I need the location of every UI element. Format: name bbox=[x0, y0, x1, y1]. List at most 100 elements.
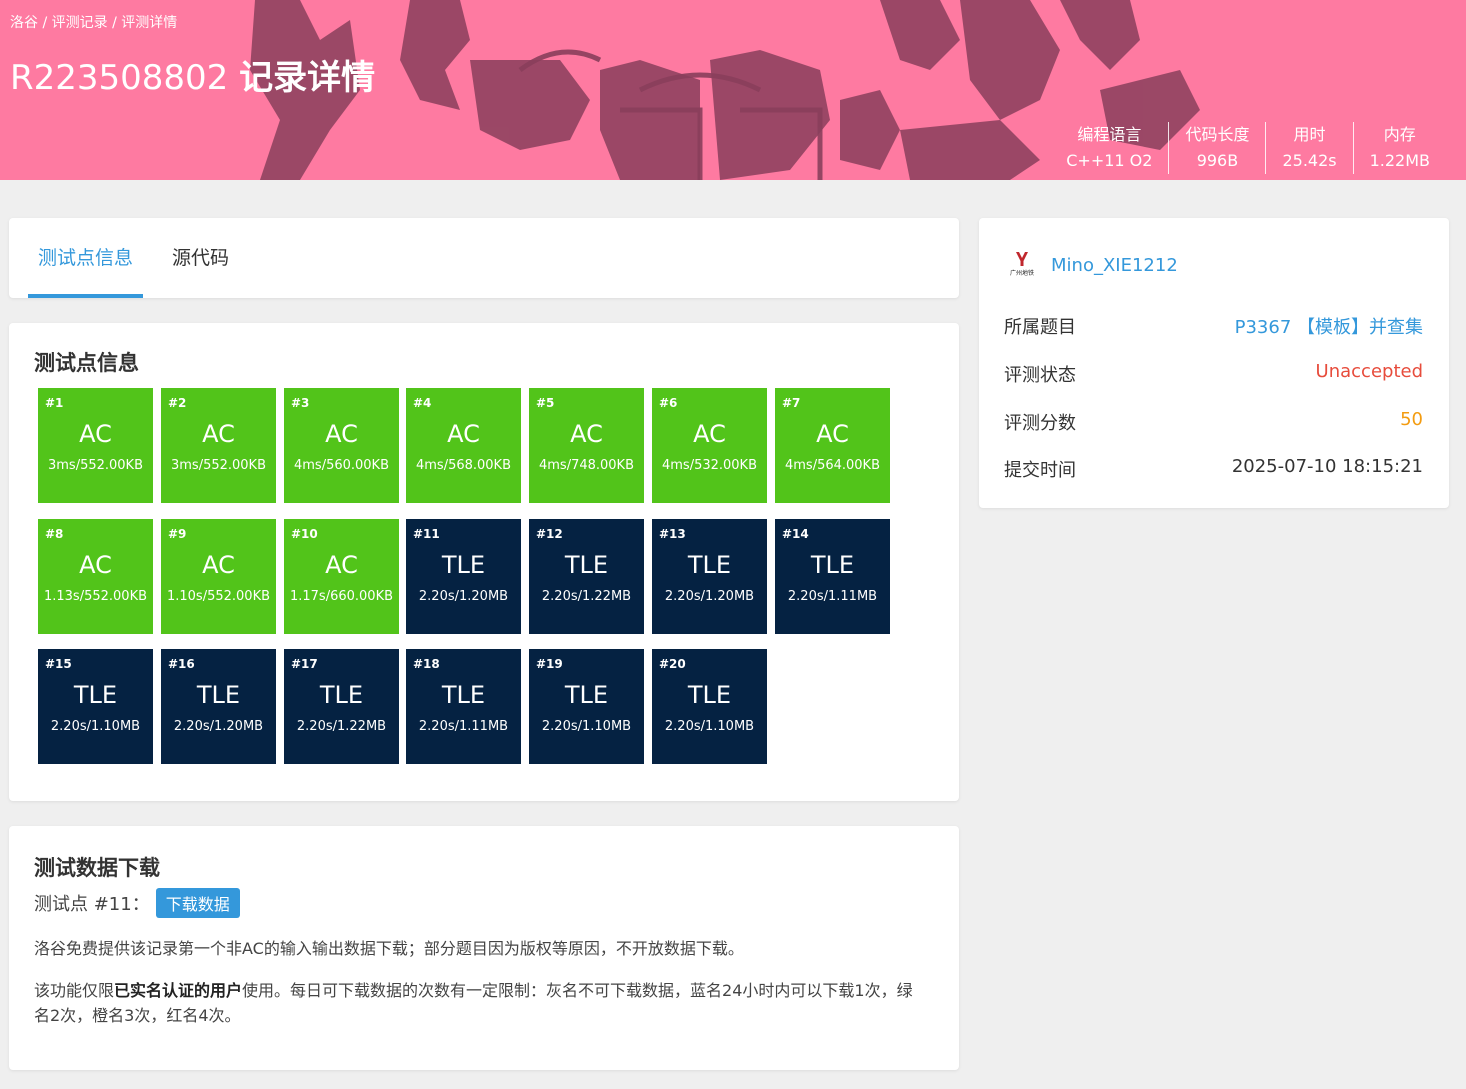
testcase-tile[interactable]: #16 TLE 2.20s/1.20MB bbox=[161, 649, 276, 764]
testcase-tile[interactable]: #5 AC 4ms/748.00KB bbox=[529, 388, 644, 503]
testcase-time-memory: 2.20s/1.11MB bbox=[418, 719, 509, 734]
testcase-tile[interactable]: #17 TLE 2.20s/1.22MB bbox=[284, 649, 399, 764]
testcase-number: #20 bbox=[659, 657, 686, 671]
testcase-status: TLE bbox=[564, 551, 609, 579]
testcase-tile[interactable]: #3 AC 4ms/560.00KB bbox=[284, 388, 399, 503]
testcase-number: #16 bbox=[168, 657, 195, 671]
testcase-tile[interactable]: #15 TLE 2.20s/1.10MB bbox=[38, 649, 153, 764]
username-link[interactable]: Mino_XIE1212 bbox=[1051, 255, 1178, 276]
score-row: 评测分数 50 bbox=[1004, 409, 1423, 435]
page-title: R223508802 记录详情 bbox=[10, 50, 375, 99]
download-card: 测试数据下载 测试点 #11： 下载数据 洛谷免费提供该记录第一个非AC的输入输… bbox=[9, 826, 959, 1070]
record-id: R223508802 bbox=[10, 58, 229, 98]
testcase-tile[interactable]: #8 AC 1.13s/552.00KB bbox=[38, 519, 153, 634]
testcase-status: AC bbox=[79, 420, 112, 448]
testcase-status: AC bbox=[79, 551, 112, 579]
testcase-time-memory: 3ms/552.00KB bbox=[47, 458, 144, 473]
testcase-number: #12 bbox=[536, 527, 563, 541]
testcases-card: 测试点信息 #1 AC 3ms/552.00KB #2 AC 3ms/552.00KB #3… bbox=[9, 323, 959, 801]
testcase-tile[interactable]: #4 AC 4ms/568.00KB bbox=[406, 388, 521, 503]
testcase-time-memory: 2.20s/1.20MB bbox=[664, 589, 755, 604]
testcase-time-memory: 2.20s/1.22MB bbox=[541, 589, 632, 604]
testcase-status: AC bbox=[325, 420, 358, 448]
testcase-tile[interactable]: #11 TLE 2.20s/1.20MB bbox=[406, 519, 521, 634]
testcase-status: TLE bbox=[564, 681, 609, 709]
testcase-number: #4 bbox=[413, 396, 432, 410]
download-title: 测试数据下载 bbox=[34, 856, 160, 880]
avatar[interactable]: 广州地铁 bbox=[1005, 248, 1039, 282]
testcase-tile[interactable]: #14 TLE 2.20s/1.11MB bbox=[775, 519, 890, 634]
testcase-number: #6 bbox=[659, 396, 678, 410]
testcase-status: AC bbox=[816, 420, 849, 448]
testcase-time-memory: 4ms/748.00KB bbox=[538, 458, 635, 473]
testcase-tile[interactable]: #12 TLE 2.20s/1.22MB bbox=[529, 519, 644, 634]
testcase-number: #8 bbox=[45, 527, 64, 541]
testcase-status: AC bbox=[202, 551, 235, 579]
testcase-number: #5 bbox=[536, 396, 555, 410]
testcase-status: TLE bbox=[441, 551, 486, 579]
testcase-time-memory: 4ms/568.00KB bbox=[415, 458, 512, 473]
testcase-tile[interactable]: #13 TLE 2.20s/1.20MB bbox=[652, 519, 767, 634]
problem-link[interactable]: P3367 【模板】并查集 bbox=[1235, 313, 1423, 339]
testcase-time-memory: 3ms/552.00KB bbox=[170, 458, 267, 473]
submit-time-label: 提交时间 bbox=[1004, 460, 1076, 481]
testcase-time-memory: 4ms/564.00KB bbox=[784, 458, 881, 473]
testcase-tile[interactable]: #7 AC 4ms/564.00KB bbox=[775, 388, 890, 503]
testcase-tile[interactable]: #6 AC 4ms/532.00KB bbox=[652, 388, 767, 503]
breadcrumb-separator: / bbox=[107, 15, 122, 31]
stat-value: 996B bbox=[1196, 151, 1239, 170]
testcase-number: #19 bbox=[536, 657, 563, 671]
testcase-time-memory: 1.13s/552.00KB bbox=[43, 589, 148, 604]
testcase-tile[interactable]: #19 TLE 2.20s/1.10MB bbox=[529, 649, 644, 764]
testcase-status: TLE bbox=[73, 681, 118, 709]
testcase-number: #11 bbox=[413, 527, 440, 541]
score-value: 50 bbox=[1400, 409, 1423, 430]
testcase-time-memory: 2.20s/1.10MB bbox=[541, 719, 632, 734]
testcase-tile[interactable]: #10 AC 1.17s/660.00KB bbox=[284, 519, 399, 634]
breadcrumb: 洛谷 / 评测记录 / 评测详情 bbox=[10, 12, 177, 32]
testcase-status: TLE bbox=[687, 681, 732, 709]
stat-value: 1.22MB bbox=[1369, 151, 1430, 170]
tab-source-code[interactable]: 源代码 bbox=[162, 218, 239, 298]
testcase-number: #18 bbox=[413, 657, 440, 671]
testcase-time-memory: 2.20s/1.11MB bbox=[787, 589, 878, 604]
testcase-time-memory: 2.20s/1.10MB bbox=[50, 719, 141, 734]
stat-language: 编程语言 C++11 O2 bbox=[1050, 122, 1168, 174]
testcase-tile[interactable]: #2 AC 3ms/552.00KB bbox=[161, 388, 276, 503]
testcase-status: TLE bbox=[810, 551, 855, 579]
testcase-tile[interactable]: #1 AC 3ms/552.00KB bbox=[38, 388, 153, 503]
testcase-time-memory: 2.20s/1.20MB bbox=[173, 719, 264, 734]
record-stats: 编程语言 C++11 O2 代码长度 996B 用时 25.42s 内存 1.2… bbox=[1050, 122, 1446, 174]
testcase-time-memory: 2.20s/1.20MB bbox=[418, 589, 509, 604]
testcase-number: #13 bbox=[659, 527, 686, 541]
breadcrumb-home-link[interactable]: 洛谷 bbox=[10, 15, 38, 31]
testcase-status: AC bbox=[570, 420, 603, 448]
header-banner: 洛谷 / 评测记录 / 评测详情 R223508802 记录详情 编程语言 C+… bbox=[0, 0, 1466, 180]
testcase-status: TLE bbox=[319, 681, 364, 709]
testcase-status: TLE bbox=[687, 551, 732, 579]
testcase-status: AC bbox=[202, 420, 235, 448]
stat-time: 用时 25.42s bbox=[1265, 122, 1352, 174]
tab-testcases[interactable]: 测试点信息 bbox=[28, 218, 144, 298]
testcase-tile[interactable]: #9 AC 1.10s/552.00KB bbox=[161, 519, 276, 634]
testcase-number: #7 bbox=[782, 396, 801, 410]
breadcrumb-records-link[interactable]: 评测记录 bbox=[52, 15, 108, 31]
record-info-card: 广州地铁 Mino_XIE1212 所属题目 P3367 【模板】并查集 评测状… bbox=[979, 218, 1449, 508]
testcase-time-memory: 2.20s/1.10MB bbox=[664, 719, 755, 734]
testcase-time-memory: 4ms/532.00KB bbox=[661, 458, 758, 473]
testcase-tile[interactable]: #18 TLE 2.20s/1.11MB bbox=[406, 649, 521, 764]
download-note: 洛谷免费提供该记录第一个非AC的输入输出数据下载；部分题目因为版权等原因，不开放… bbox=[34, 939, 744, 958]
download-testcase-label: 测试点 #11： bbox=[34, 894, 150, 915]
submit-time-row: 提交时间 2025-07-10 18:15:21 bbox=[1004, 456, 1423, 482]
testcase-tile[interactable]: #20 TLE 2.20s/1.10MB bbox=[652, 649, 767, 764]
stat-label: 编程语言 bbox=[1077, 125, 1142, 144]
score-label: 评测分数 bbox=[1004, 413, 1076, 434]
problem-label: 所属题目 bbox=[1004, 317, 1076, 338]
testcase-number: #9 bbox=[168, 527, 187, 541]
testcase-status: AC bbox=[447, 420, 480, 448]
breadcrumb-current: 评测详情 bbox=[121, 15, 178, 31]
testcase-time-memory: 2.20s/1.22MB bbox=[296, 719, 387, 734]
download-data-button[interactable]: 下载数据 bbox=[155, 888, 240, 918]
testcase-number: #10 bbox=[291, 527, 318, 541]
testcase-number: #15 bbox=[45, 657, 72, 671]
